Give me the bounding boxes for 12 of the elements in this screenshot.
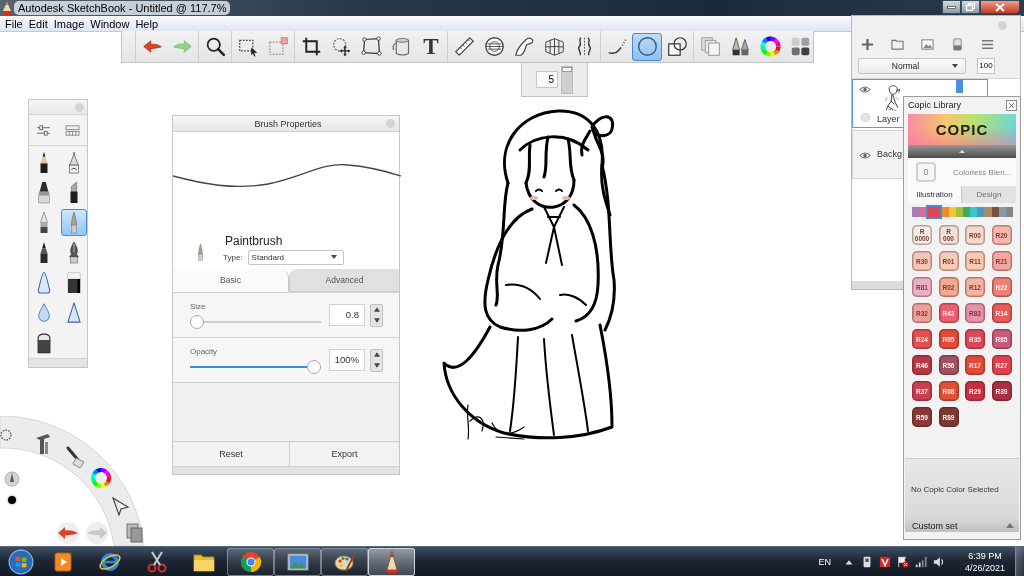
slider-label: Size	[190, 301, 207, 312]
status-text: No Copic Color Selected	[911, 484, 999, 494]
window-title: Autodesk SketchBook - Untitled @ 117.7%	[14, 1, 231, 15]
layer-name: Backg	[877, 149, 902, 160]
layer-name: Layer	[877, 113, 900, 125]
type-label: Type:	[223, 252, 243, 262]
brush-name: Paintbrush	[225, 233, 284, 248]
blender-name: Colorless Blen...	[953, 167, 1012, 177]
custom-set-label: Custom set	[912, 520, 958, 531]
panel-title: Brush Properties	[253, 118, 323, 129]
panel-title: Copic Library	[908, 100, 962, 110]
slider-label: Opacity	[190, 346, 219, 357]
